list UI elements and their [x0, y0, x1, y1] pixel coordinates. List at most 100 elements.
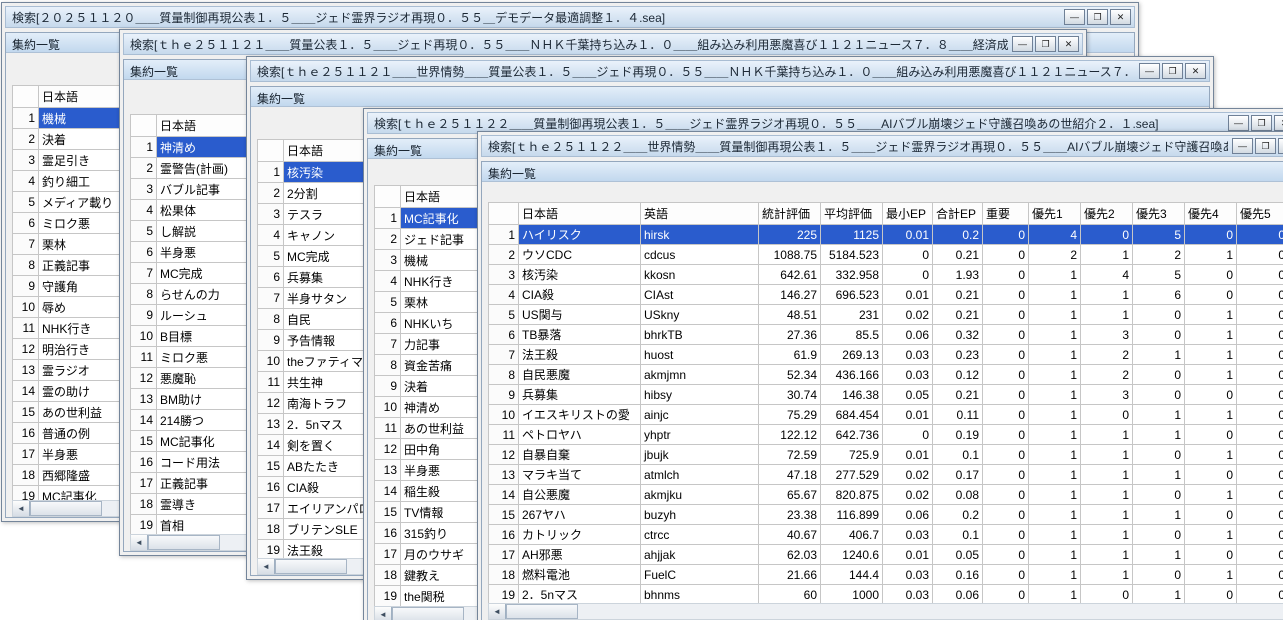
- column-header[interactable]: 優先3: [1133, 203, 1185, 225]
- row-number[interactable]: 3: [13, 150, 39, 171]
- cell[interactable]: 0: [1237, 525, 1283, 545]
- cell[interactable]: 0: [983, 285, 1029, 305]
- cell[interactable]: hirsk: [641, 225, 759, 245]
- row-number[interactable]: 2: [258, 183, 284, 204]
- cell[interactable]: 0: [1081, 225, 1133, 245]
- cell[interactable]: 1: [1081, 305, 1133, 325]
- cell[interactable]: 5: [1133, 225, 1185, 245]
- cell[interactable]: 65.67: [759, 485, 821, 505]
- row-number[interactable]: 16: [131, 452, 157, 473]
- table-row[interactable]: 4CIA殺CIAst146.27696.5230.010.21011600: [489, 285, 1283, 305]
- column-header[interactable]: 優先4: [1185, 203, 1237, 225]
- cell[interactable]: マラキ当て: [519, 465, 641, 485]
- cell[interactable]: 3: [1081, 385, 1133, 405]
- row-number[interactable]: 15: [489, 505, 519, 525]
- table-row[interactable]: 2ウソCDCcdcus1088.755184.52300.21021210: [489, 245, 1283, 265]
- cell[interactable]: 1: [1029, 545, 1081, 565]
- table-row[interactable]: 17AH邪悪ahjjak62.031240.60.010.05011100: [489, 545, 1283, 565]
- cell[interactable]: 146.27: [759, 285, 821, 305]
- row-number[interactable]: 7: [13, 234, 39, 255]
- cell[interactable]: 1: [1029, 465, 1081, 485]
- cell[interactable]: 0: [1237, 565, 1283, 585]
- cell[interactable]: CIA殺: [519, 285, 641, 305]
- row-number[interactable]: 4: [258, 225, 284, 246]
- cell[interactable]: 1: [1081, 485, 1133, 505]
- cell[interactable]: 231: [821, 305, 883, 325]
- cell[interactable]: 0: [1237, 585, 1283, 605]
- cell[interactable]: ウソCDC: [519, 245, 641, 265]
- cell[interactable]: ペトロヤハ: [519, 425, 641, 445]
- cell[interactable]: 0: [1133, 365, 1185, 385]
- cell[interactable]: 0.2: [933, 505, 983, 525]
- cell[interactable]: 0.06: [933, 585, 983, 605]
- cell[interactable]: 0: [1185, 585, 1237, 605]
- cell[interactable]: 0.02: [883, 485, 933, 505]
- cell[interactable]: TB暴落: [519, 325, 641, 345]
- row-number[interactable]: 12: [375, 439, 401, 460]
- table-row[interactable]: 12自暴自棄jbujk72.59725.90.010.1011010: [489, 445, 1283, 465]
- cell[interactable]: 1: [1133, 345, 1185, 365]
- row-number[interactable]: 5: [258, 246, 284, 267]
- column-header[interactable]: 優先2: [1081, 203, 1133, 225]
- row-number[interactable]: 12: [13, 339, 39, 360]
- cell[interactable]: 5: [1133, 265, 1185, 285]
- row-number[interactable]: 9: [13, 276, 39, 297]
- scrollbar-thumb[interactable]: [392, 607, 464, 620]
- cell[interactable]: 0: [983, 505, 1029, 525]
- cell[interactable]: 1: [1029, 285, 1081, 305]
- cell[interactable]: hibsy: [641, 385, 759, 405]
- row-number[interactable]: 18: [258, 519, 284, 540]
- cell[interactable]: 4: [1029, 225, 1081, 245]
- column-header[interactable]: 最小EP: [883, 203, 933, 225]
- cell[interactable]: 1: [1133, 405, 1185, 425]
- row-number[interactable]: 13: [131, 389, 157, 410]
- row-number[interactable]: 14: [131, 410, 157, 431]
- cell[interactable]: 1: [1185, 245, 1237, 265]
- cell[interactable]: 0: [883, 425, 933, 445]
- minimize-button[interactable]: —: [1139, 63, 1160, 79]
- cell[interactable]: 0: [983, 325, 1029, 345]
- cell[interactable]: 0.1: [933, 445, 983, 465]
- cell[interactable]: 684.454: [821, 405, 883, 425]
- row-number[interactable]: 1: [489, 225, 519, 245]
- row-number[interactable]: 16: [13, 423, 39, 444]
- table-row[interactable]: 1ハイリスクhirsk22511250.010.2040500: [489, 225, 1283, 245]
- table-row[interactable]: 11ペトロヤハyhptr122.12642.73600.19011100: [489, 425, 1283, 445]
- cell[interactable]: 725.9: [821, 445, 883, 465]
- cell[interactable]: 225: [759, 225, 821, 245]
- row-number[interactable]: 1: [13, 108, 39, 129]
- column-header[interactable]: 平均評価: [821, 203, 883, 225]
- cell[interactable]: 1: [1029, 565, 1081, 585]
- cell[interactable]: 0: [1133, 385, 1185, 405]
- cell[interactable]: 0.01: [883, 545, 933, 565]
- cell[interactable]: 0: [883, 245, 933, 265]
- row-number[interactable]: 7: [258, 288, 284, 309]
- row-number[interactable]: 11: [375, 418, 401, 439]
- cell[interactable]: 52.34: [759, 365, 821, 385]
- cell[interactable]: 0.11: [933, 405, 983, 425]
- cell[interactable]: 1: [1081, 245, 1133, 265]
- close-button[interactable]: ✕: [1185, 63, 1206, 79]
- cell[interactable]: 1: [1029, 325, 1081, 345]
- cell[interactable]: huost: [641, 345, 759, 365]
- maximize-button[interactable]: ❐: [1255, 138, 1276, 154]
- row-number[interactable]: 12: [131, 368, 157, 389]
- cell[interactable]: yhptr: [641, 425, 759, 445]
- cell[interactable]: 0.05: [933, 545, 983, 565]
- minimize-button[interactable]: —: [1064, 9, 1085, 25]
- cell[interactable]: 116.899: [821, 505, 883, 525]
- table-row[interactable]: 15267ヤハbuzyh23.38116.8990.060.2011100: [489, 505, 1283, 525]
- row-number[interactable]: 17: [375, 544, 401, 565]
- cell[interactable]: 0: [983, 265, 1029, 285]
- cell[interactable]: 0.06: [883, 325, 933, 345]
- row-number[interactable]: 17: [13, 444, 39, 465]
- cell[interactable]: 0.23: [933, 345, 983, 365]
- cell[interactable]: 0: [983, 245, 1029, 265]
- cell[interactable]: akmjmn: [641, 365, 759, 385]
- cell[interactable]: 0.02: [883, 305, 933, 325]
- cell[interactable]: 60: [759, 585, 821, 605]
- scrollbar-thumb[interactable]: [506, 604, 578, 619]
- cell[interactable]: 0: [983, 445, 1029, 465]
- cell[interactable]: 1: [1029, 305, 1081, 325]
- column-header[interactable]: 日本語: [519, 203, 641, 225]
